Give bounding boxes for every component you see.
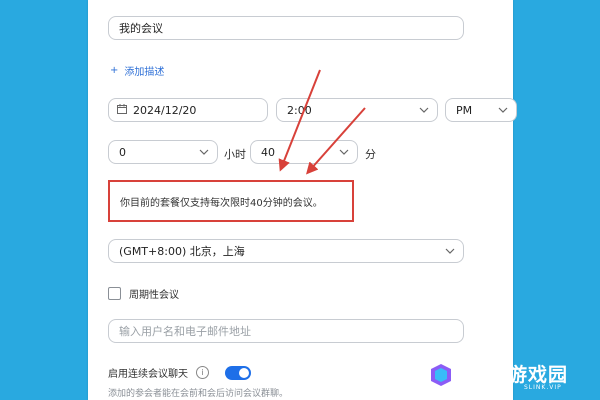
watermark-logo: 速链游戏园 xyxy=(420,350,600,400)
logo-subtext: SLINK.VIP xyxy=(524,384,562,391)
logo-mark-icon xyxy=(424,357,458,393)
logo-text: 速链游戏园 xyxy=(468,363,569,386)
red-arrow-right xyxy=(306,107,366,175)
red-arrow-left xyxy=(278,69,321,172)
annotation-arrows xyxy=(278,69,366,175)
